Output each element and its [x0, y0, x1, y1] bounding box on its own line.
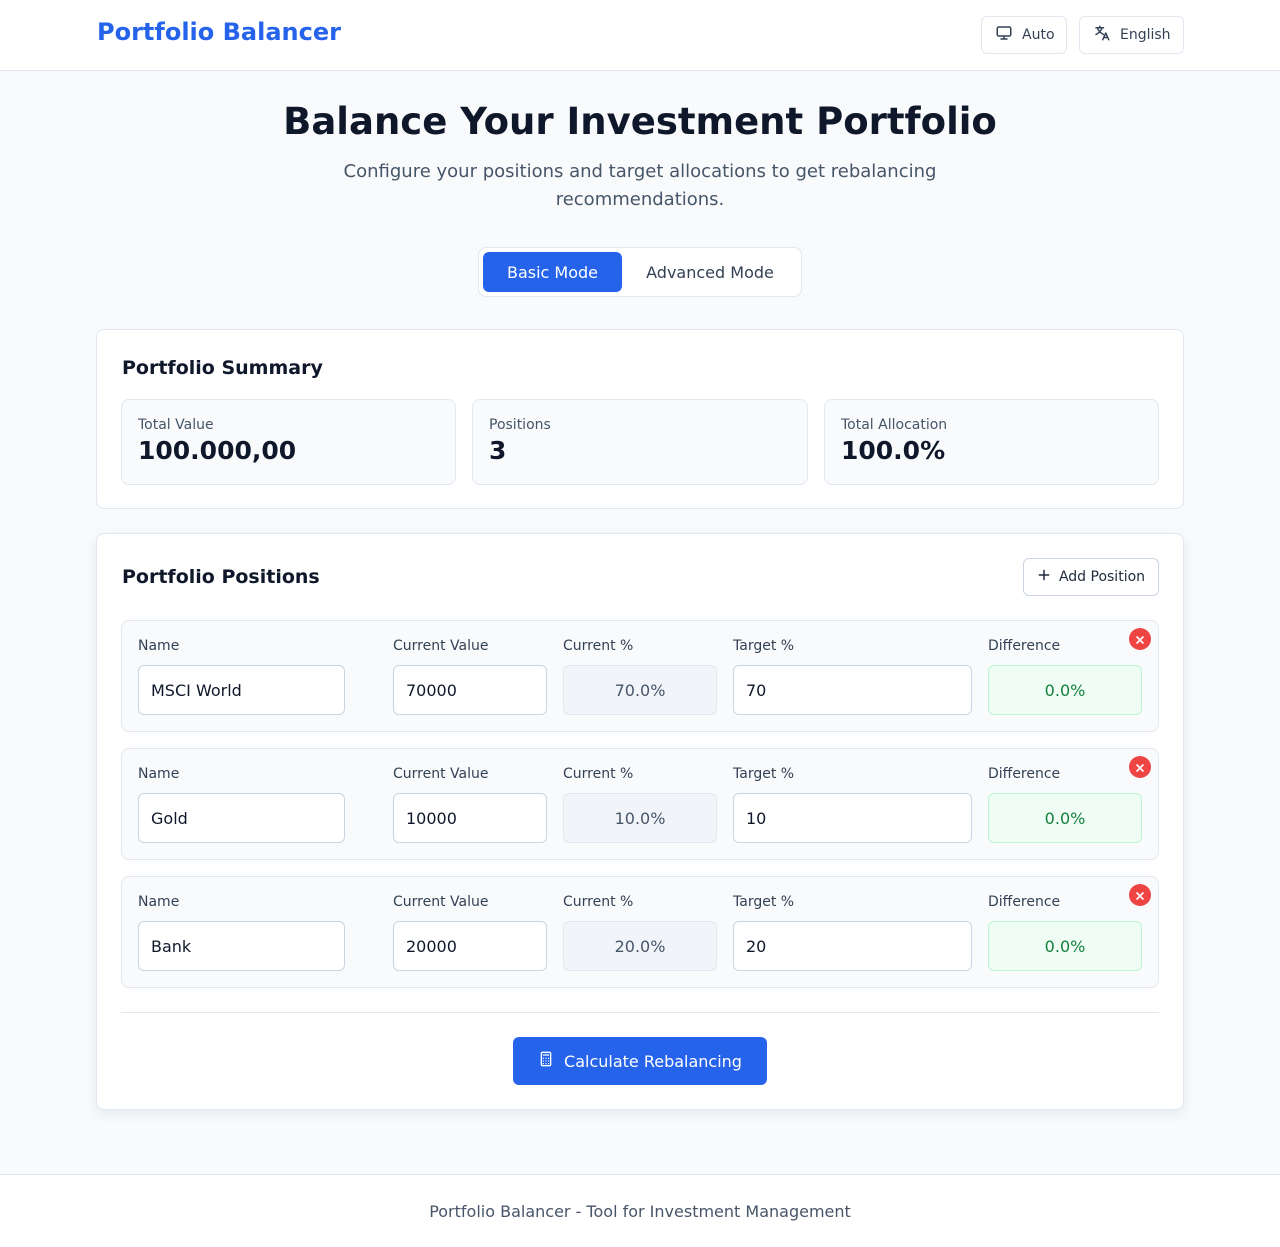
page-title: Balance Your Investment Portfolio: [283, 100, 997, 143]
stat-label: Total Allocation: [841, 417, 948, 433]
current-value-label: Current Value: [393, 638, 489, 654]
theme-toggle-button[interactable]: Auto: [981, 16, 1067, 54]
difference-display: 0.0%: [988, 793, 1142, 843]
current-pct-display: 20.0%: [563, 921, 717, 971]
remove-position-button[interactable]: [1129, 884, 1151, 906]
close-icon: [1135, 758, 1145, 777]
stat-value: 100.0%: [841, 436, 946, 465]
page-subtitle: Configure your positions and target allo…: [343, 161, 937, 210]
add-position-label: Add Position: [1058, 569, 1146, 585]
difference-display: 0.0%: [988, 921, 1142, 971]
target-pct-input[interactable]: 10: [733, 793, 972, 843]
close-icon: [1135, 630, 1145, 649]
footer-text: Portfolio Balancer - Tool for Investment…: [429, 1202, 851, 1221]
monitor-icon: [995, 24, 1013, 46]
calculate-rebalancing-button[interactable]: Calculate Rebalancing: [513, 1037, 767, 1085]
current-value-input[interactable]: 10000: [393, 793, 547, 843]
portfolio-summary-card: Portfolio Summary Total Value 100.000,00…: [96, 329, 1184, 509]
stat-value: 3: [489, 436, 507, 465]
calculate-label: Calculate Rebalancing: [564, 1051, 742, 1071]
calculator-icon: [538, 1051, 554, 1071]
target-pct-input[interactable]: 20: [733, 921, 972, 971]
name-label: Name: [138, 766, 180, 782]
target-pct-input[interactable]: 70: [733, 665, 972, 715]
portfolio-positions-card: Portfolio Positions Add Position Name Cu…: [96, 533, 1184, 1110]
target-pct-label: Target %: [733, 894, 795, 910]
stat-total-allocation: Total Allocation 100.0%: [824, 399, 1159, 485]
position-name-input[interactable]: Gold: [138, 793, 345, 843]
brand-title[interactable]: Portfolio Balancer: [97, 18, 341, 46]
position-row: Name Current Value Current % Target % Di…: [121, 620, 1159, 732]
advanced-mode-button[interactable]: Advanced Mode: [624, 252, 796, 292]
position-row: Name Current Value Current % Target % Di…: [121, 876, 1159, 988]
divider: [121, 1012, 1159, 1013]
name-label: Name: [138, 638, 180, 654]
current-pct-label: Current %: [563, 638, 634, 654]
positions-title: Portfolio Positions: [122, 566, 320, 588]
position-name-input[interactable]: MSCI World: [138, 665, 345, 715]
summary-title: Portfolio Summary: [122, 357, 323, 379]
stat-positions: Positions 3: [472, 399, 808, 485]
stat-total-value: Total Value 100.000,00: [121, 399, 456, 485]
current-value-input[interactable]: 20000: [393, 921, 547, 971]
current-pct-label: Current %: [563, 766, 634, 782]
difference-label: Difference: [988, 766, 1061, 782]
language-label: English: [1120, 27, 1171, 43]
position-row: Name Current Value Current % Target % Di…: [121, 748, 1159, 860]
difference-label: Difference: [988, 638, 1061, 654]
stat-label: Positions: [489, 417, 551, 433]
mode-toggle: Basic Mode Advanced Mode: [478, 247, 802, 297]
add-position-button[interactable]: Add Position: [1023, 558, 1159, 596]
position-name-input[interactable]: Bank: [138, 921, 345, 971]
target-pct-label: Target %: [733, 766, 795, 782]
app-header: Portfolio Balancer Auto English: [0, 0, 1280, 71]
basic-mode-button[interactable]: Basic Mode: [483, 252, 622, 292]
current-pct-label: Current %: [563, 894, 634, 910]
remove-position-button[interactable]: [1129, 628, 1151, 650]
app-footer: Portfolio Balancer - Tool for Investment…: [0, 1174, 1280, 1247]
target-pct-label: Target %: [733, 638, 795, 654]
name-label: Name: [138, 894, 180, 910]
difference-display: 0.0%: [988, 665, 1142, 715]
current-value-input[interactable]: 70000: [393, 665, 547, 715]
close-icon: [1135, 886, 1145, 905]
remove-position-button[interactable]: [1129, 756, 1151, 778]
stat-value: 100.000,00: [138, 436, 297, 465]
translate-icon: [1093, 24, 1111, 46]
difference-label: Difference: [988, 894, 1061, 910]
current-value-label: Current Value: [393, 894, 489, 910]
language-button[interactable]: English: [1079, 16, 1184, 54]
current-pct-display: 70.0%: [563, 665, 717, 715]
current-pct-display: 10.0%: [563, 793, 717, 843]
current-value-label: Current Value: [393, 766, 489, 782]
theme-label: Auto: [1022, 27, 1055, 43]
stat-label: Total Value: [138, 417, 214, 433]
plus-icon: [1037, 568, 1051, 586]
